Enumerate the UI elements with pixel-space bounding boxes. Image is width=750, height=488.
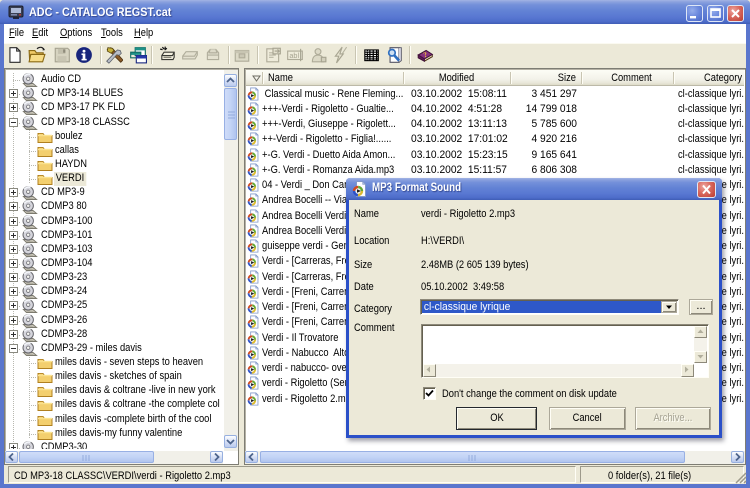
svg-text:abl: abl [289, 51, 299, 60]
